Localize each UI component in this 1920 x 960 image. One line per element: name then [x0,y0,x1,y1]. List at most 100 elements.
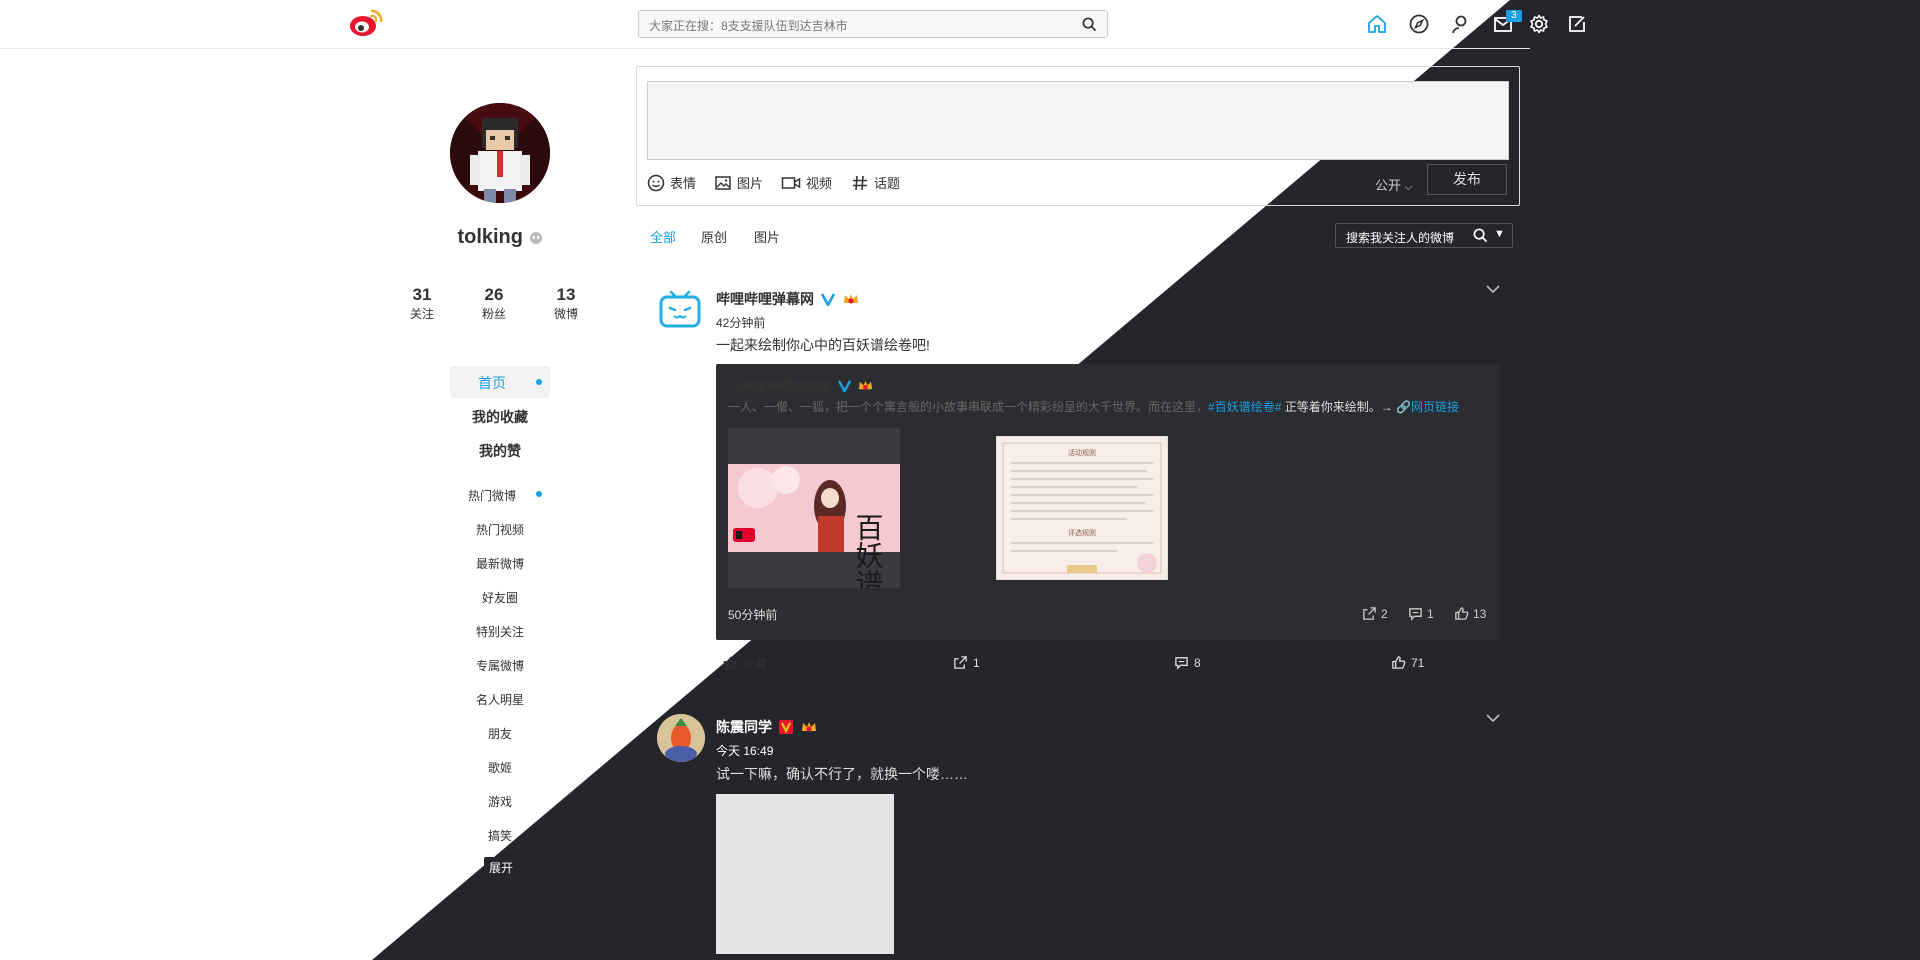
topic-tool[interactable]: 话题 [851,173,900,192]
followers-label: 粉丝 [481,307,506,321]
user-avatar[interactable] [450,103,550,203]
vip-crown-icon [800,719,818,735]
thumbs-up-icon [1455,607,1469,620]
repost-text: 一人、一僧、一狐，把一个个寓言般的小故事串联成一个精彩纷呈的大千世界。而在这里，… [728,398,1459,415]
verified-v-icon [820,291,836,307]
followers-count[interactable]: 26 [464,285,524,305]
sidebar-item-home[interactable]: 首页 [442,373,542,393]
username: tolking [420,226,580,249]
sidebar-expand-button[interactable]: 展开 [484,857,519,878]
composer-textarea[interactable] [647,81,1509,160]
article-tool-label: 头条文章 [936,176,989,191]
tab-music[interactable]: 音乐 [858,227,884,246]
image-icon [715,175,731,190]
comment-icon [1175,657,1188,670]
video-camera-icon [781,176,801,189]
post-menu-chevron-icon[interactable] [1486,713,1500,723]
repost-comment-button[interactable]: 1 [1408,606,1434,621]
settings-gear-icon[interactable] [1528,13,1550,35]
comment-count: 8 [1194,655,1201,670]
repost-comment-count: 1 [1427,606,1434,621]
repost-time[interactable]: 50分钟前 [728,606,777,623]
repost-author[interactable]: @哔哩哔哩国创姬 [728,376,832,395]
post-avatar[interactable] [657,714,705,762]
star-icon [723,656,738,671]
web-link-label: 网页链接 [1411,400,1460,414]
share-icon [954,656,967,669]
image-tool-label: 图片 [737,176,764,191]
video-tool[interactable]: 视频 [781,173,832,192]
post-menu-chevron-icon[interactable] [1486,284,1500,294]
comment-button[interactable]: 8 [1174,655,1201,670]
repost-like-button[interactable]: 13 [1454,606,1486,621]
favorite-button[interactable]: 收藏 [723,655,767,672]
search-icon[interactable] [1082,17,1097,32]
search-icon[interactable] [1473,228,1488,243]
sidebar-group-hot-posts[interactable]: 热门微博 [442,487,542,504]
hashtag-link[interactable]: #百妖谱绘卷# [1208,400,1281,414]
repost-image-title: 百妖谱 [852,513,885,588]
sidebar-group-friends[interactable]: 朋友 [450,725,550,742]
post-image[interactable] [716,794,894,954]
sidebar-group-celebrities[interactable]: 名人明星 [450,691,550,708]
emoji-tool[interactable]: 表情 [647,173,696,192]
more-tools-button[interactable]: ··· [1002,173,1015,188]
sidebar-group-hot-videos[interactable]: 热门视频 [450,521,550,538]
post-text: 一起来绘制你心中的百妖谱绘卷吧! [716,337,930,353]
privacy-label: 公开 [1375,178,1402,193]
web-link[interactable]: 🔗网页链接 [1396,400,1459,414]
chevron-down-icon: ⌵ [1404,182,1413,193]
sidebar-group-divas[interactable]: 歌姬 [450,759,550,776]
post-time[interactable]: 今天 16:49 [716,742,773,759]
article-tool[interactable]: 头条文章 [917,173,988,192]
post-avatar[interactable] [658,288,702,332]
publish-button[interactable]: 发布 [1427,164,1507,195]
tab-videos[interactable]: 视频 [805,227,831,246]
emoji-icon [647,174,665,191]
post-author[interactable]: 陈震同学 [716,717,772,737]
post-time[interactable]: 42分钟前 [716,314,765,331]
tab-all[interactable]: 全部 [650,227,676,246]
sidebar-group-games[interactable]: 游戏 [450,793,550,810]
share-button[interactable]: 1 [953,655,980,670]
profile-icon[interactable] [1450,13,1472,35]
sidebar-group-exclusive[interactable]: 专属微博 [450,657,550,674]
home-icon[interactable] [1366,13,1388,35]
search-input[interactable]: 大家正在搜：8支支援队伍到达吉林市 [638,10,1108,38]
posts-count[interactable]: 13 [536,285,596,305]
search-placeholder: 大家正在搜：8支支援队伍到达吉林市 [649,19,848,33]
sidebar-item-likes[interactable]: 我的赞 [450,441,550,461]
like-button[interactable]: 71 [1391,655,1424,670]
header-divider [0,48,1530,49]
sidebar-item-favorites[interactable]: 我的收藏 [450,407,550,427]
compose-edit-icon[interactable] [1566,13,1588,35]
discover-compass-icon[interactable] [1408,13,1430,35]
repost-body: 一人、一僧、一狐，把一个个寓言般的小故事串联成一个精彩纷呈的大千世界。而在这里， [728,400,1209,414]
lightning-icon [918,173,930,192]
emoji-tool-label: 表情 [670,176,697,191]
followed-search-input[interactable]: 搜索我关注人的微博 ▼ [1335,223,1513,248]
image-tool[interactable]: 图片 [714,173,763,192]
privacy-selector[interactable]: 公开 ⌵ [1375,175,1412,194]
favorite-label: 收藏 [743,657,768,671]
sidebar-group-friends-circle[interactable]: 好友圈 [450,589,550,606]
following-count[interactable]: 31 [392,285,452,305]
weibo-logo[interactable] [348,6,384,38]
sidebar-group-special[interactable]: 特别关注 [450,623,550,640]
post-author[interactable]: 哔哩哔哩弹幕网 [716,289,814,309]
dropdown-caret-icon[interactable]: ▼ [1494,228,1505,240]
tab-original[interactable]: 原创 [701,227,727,246]
post-header: 陈震同学 [716,717,818,737]
verified-v-icon [837,380,851,393]
repost-image-1[interactable]: 百妖谱 [728,428,900,588]
tab-articles[interactable]: 文章 [910,227,936,246]
post-text: 试一下嘛，确认不行了，就换一个喽…… [716,766,968,782]
repost-doc-title: 活动规则 [1068,448,1096,457]
repost-share-count: 2 [1381,606,1388,621]
sidebar-group-latest[interactable]: 最新微博 [450,555,550,572]
repost-share-button[interactable]: 2 [1362,606,1388,621]
sidebar-group-funny[interactable]: 搞笑 [450,827,550,844]
hashtag-icon [853,175,867,190]
tab-images[interactable]: 图片 [754,227,780,246]
repost-image-2[interactable]: 活动规则 评选规则 [996,436,1168,580]
